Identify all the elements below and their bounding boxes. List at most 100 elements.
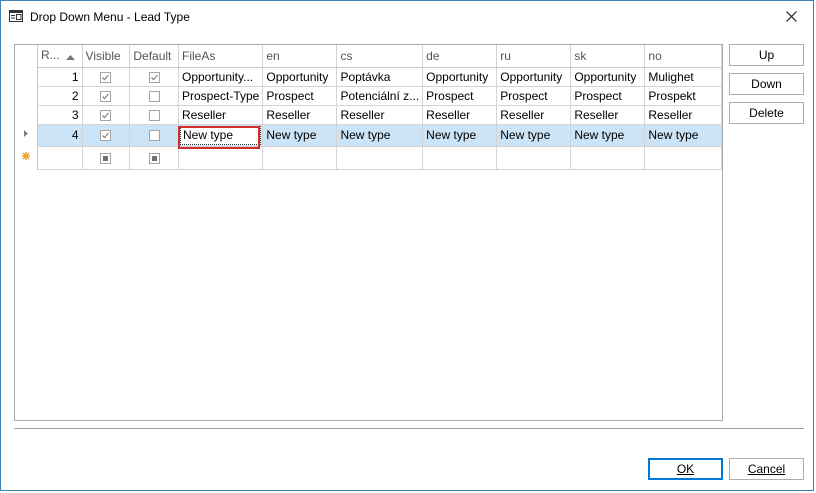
table-row-selected[interactable]: 4 New type New type New type New type Ne… [15, 124, 722, 147]
cell-en[interactable]: Reseller [262, 105, 338, 125]
fileas-editor-input[interactable] [179, 125, 262, 145]
delete-button[interactable]: Delete [729, 102, 804, 124]
column-header-default[interactable]: Default [129, 45, 179, 68]
cell-row[interactable]: 2 [37, 86, 83, 106]
column-header-row[interactable]: R... [37, 45, 83, 68]
row-indicator[interactable] [15, 146, 38, 169]
table-row[interactable]: 2 Prospect-Type Prospect Potenciální z..… [15, 86, 722, 106]
cell-sk[interactable]: Prospect [570, 86, 646, 106]
cell-visible[interactable] [82, 86, 131, 106]
default-checkbox-indeterminate[interactable] [148, 152, 160, 164]
cell-cs[interactable]: Reseller [336, 105, 424, 125]
footer-separator [14, 428, 804, 430]
title-bar: Drop Down Menu - Lead Type [1, 1, 813, 32]
cell-ru[interactable] [496, 146, 572, 170]
cell-row[interactable]: 4 [37, 124, 83, 147]
column-header-fileas[interactable]: FileAs [178, 45, 264, 68]
ok-button[interactable]: OK [648, 458, 723, 480]
cell-de[interactable]: Opportunity [422, 67, 498, 87]
column-header-ru[interactable]: ru [496, 45, 572, 68]
row-indicator[interactable] [15, 105, 38, 124]
new-row-asterisk-icon [22, 152, 30, 160]
close-icon[interactable] [785, 11, 797, 22]
cell-default[interactable] [129, 124, 179, 147]
cell-default[interactable] [129, 67, 179, 87]
cell-no[interactable]: Mulighet [644, 67, 722, 87]
column-header-de[interactable]: de [422, 45, 498, 68]
current-row-arrow-icon [24, 130, 28, 137]
cell-en[interactable]: New type [262, 124, 338, 147]
cancel-button[interactable]: Cancel [729, 458, 804, 480]
row-indicator[interactable] [15, 86, 38, 105]
cell-ru[interactable]: Reseller [496, 105, 572, 125]
cell-cs[interactable] [336, 146, 424, 170]
cell-ru[interactable]: Prospect [496, 86, 572, 106]
column-header-en[interactable]: en [262, 45, 338, 68]
cell-de[interactable]: Reseller [422, 105, 498, 125]
cell-sk[interactable]: New type [570, 124, 646, 147]
grid-table: R... Visible Default FileAs en cs de ru … [15, 45, 722, 170]
checkmark-icon [102, 112, 110, 119]
cell-fileas[interactable] [178, 146, 264, 170]
cell-fileas[interactable]: Prospect-Type [178, 86, 264, 106]
cell-no[interactable]: Prospekt [644, 86, 722, 106]
new-item-row[interactable] [15, 146, 722, 170]
visible-checkbox[interactable] [100, 130, 112, 142]
cell-default[interactable] [129, 146, 179, 170]
close-button[interactable] [769, 1, 813, 32]
cell-en[interactable]: Prospect [262, 86, 338, 106]
cell-visible[interactable] [82, 146, 131, 170]
cell-de[interactable]: New type [422, 124, 498, 147]
cell-sk[interactable]: Reseller [570, 105, 646, 125]
cell-row[interactable]: 3 [37, 105, 83, 125]
checkmark-icon [102, 132, 110, 139]
table-row[interactable]: 3 Reseller Reseller Reseller Reseller Re… [15, 105, 722, 125]
cell-no[interactable]: Reseller [644, 105, 722, 125]
default-checkbox[interactable] [148, 90, 160, 102]
column-header-no[interactable]: no [644, 45, 722, 68]
cell-row[interactable] [37, 146, 83, 170]
cell-visible[interactable] [82, 124, 131, 147]
cell-no[interactable] [644, 146, 722, 170]
cell-de[interactable]: Prospect [422, 86, 498, 106]
cell-sk[interactable]: Opportunity [570, 67, 646, 87]
default-checkbox[interactable] [148, 71, 160, 83]
cell-cs[interactable]: New type [336, 124, 424, 147]
cell-ru[interactable]: Opportunity [496, 67, 572, 87]
row-indicator-header [15, 45, 38, 67]
cell-en[interactable] [262, 146, 338, 170]
ok-button-label: OK [676, 462, 695, 476]
cell-ru[interactable]: New type [496, 124, 572, 147]
checkmark-icon [102, 93, 110, 100]
cell-visible[interactable] [82, 105, 131, 125]
cell-de[interactable] [422, 146, 498, 170]
cell-cs[interactable]: Potenciální z... [336, 86, 424, 106]
column-header-visible[interactable]: Visible [82, 45, 131, 68]
cell-no[interactable]: New type [644, 124, 722, 147]
default-checkbox[interactable] [148, 109, 160, 121]
visible-checkbox[interactable] [100, 71, 112, 83]
visible-checkbox[interactable] [100, 109, 112, 121]
cell-fileas[interactable]: Reseller [178, 105, 264, 125]
cell-sk[interactable] [570, 146, 646, 170]
cell-en[interactable]: Opportunity [262, 67, 338, 87]
cell-cs[interactable]: Poptávka [336, 67, 424, 87]
down-button[interactable]: Down [729, 73, 804, 95]
column-header-cs[interactable]: cs [336, 45, 424, 68]
up-button[interactable]: Up [729, 44, 804, 66]
table-row[interactable]: 1 Opportunity... Opportunity Poptávka Op… [15, 67, 722, 87]
cell-fileas[interactable]: Opportunity... [178, 67, 264, 87]
cell-default[interactable] [129, 105, 179, 125]
default-checkbox[interactable] [148, 130, 160, 142]
cell-default[interactable] [129, 86, 179, 106]
cell-fileas-editing[interactable] [178, 124, 264, 147]
cell-visible[interactable] [82, 67, 131, 87]
row-indicator[interactable] [15, 67, 38, 86]
window-title: Drop Down Menu - Lead Type [30, 10, 190, 24]
row-indicator[interactable] [15, 124, 38, 146]
cell-row[interactable]: 1 [37, 67, 83, 87]
visible-checkbox-indeterminate[interactable] [100, 152, 112, 164]
column-header-sk[interactable]: sk [570, 45, 646, 68]
visible-checkbox[interactable] [100, 90, 112, 102]
lead-type-grid[interactable]: R... Visible Default FileAs en cs de ru … [14, 44, 723, 421]
